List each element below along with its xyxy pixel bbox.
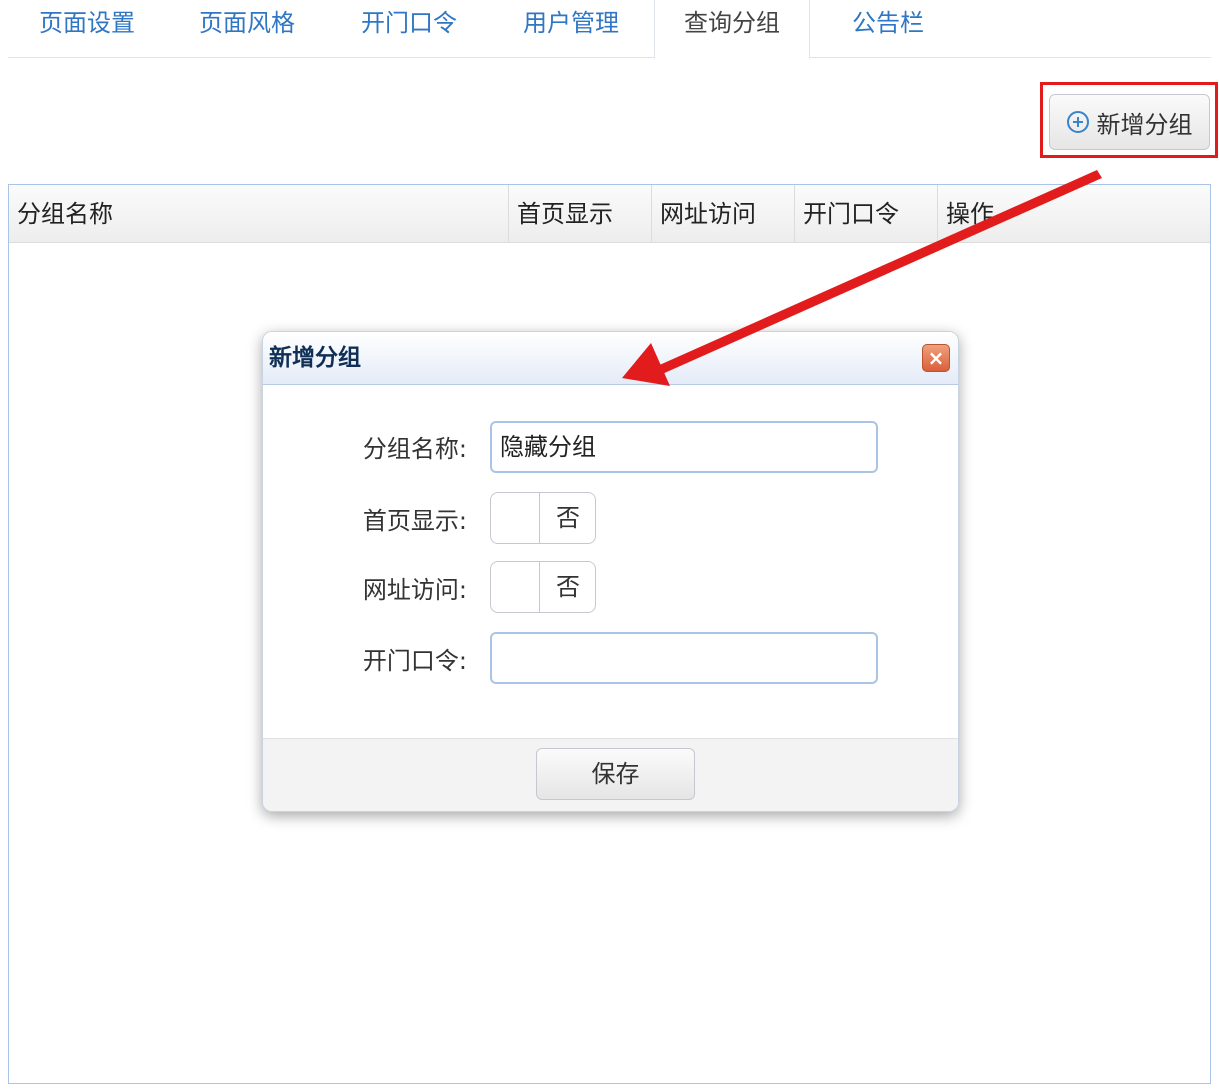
toggle-knob <box>491 562 540 612</box>
tab-bulletin-board[interactable]: 公告栏 <box>814 0 962 58</box>
url-access-value: 否 <box>556 573 580 601</box>
add-group-label: 新增分组 <box>1096 110 1193 139</box>
tab-bar: 页面设置 页面风格 开门口令 用户管理 查询分组 公告栏 <box>8 0 1211 59</box>
add-group-button[interactable]: 新增分组 <box>1049 94 1210 150</box>
column-actions[interactable]: 操作 <box>938 185 1211 243</box>
url-access-label: 网址访问: <box>362 576 467 604</box>
tab-page-style[interactable]: 页面风格 <box>168 0 326 58</box>
group-name-label: 分组名称: <box>362 435 467 463</box>
add-group-dialog: 新增分组 × 分组名称: 隐藏分组 首页显示: 否 网址访问: 否 开门口令: … <box>262 331 959 812</box>
door-password-input[interactable] <box>490 632 878 684</box>
column-group-name[interactable]: 分组名称 <box>9 185 509 243</box>
table-header: 分组名称 首页显示 网址访问 开门口令 操作 <box>9 185 1210 243</box>
door-password-label: 开门口令: <box>362 647 467 675</box>
save-button[interactable]: 保存 <box>536 748 695 800</box>
group-name-input[interactable]: 隐藏分组 <box>490 421 878 473</box>
dialog-header[interactable]: 新增分组 × <box>263 332 958 385</box>
tab-query-groups[interactable]: 查询分组 <box>654 0 810 59</box>
tab-page-settings[interactable]: 页面设置 <box>8 0 166 58</box>
toggle-knob <box>491 493 540 543</box>
dialog-title: 新增分组 <box>269 345 361 371</box>
column-url-access[interactable]: 网址访问 <box>652 185 795 243</box>
close-icon[interactable]: × <box>922 344 950 372</box>
column-door-password[interactable]: 开门口令 <box>795 185 938 243</box>
tab-user-management[interactable]: 用户管理 <box>492 0 650 58</box>
home-display-value: 否 <box>556 504 580 532</box>
column-home-display[interactable]: 首页显示 <box>509 185 652 243</box>
url-access-toggle[interactable]: 否 <box>490 561 596 613</box>
tab-door-password[interactable]: 开门口令 <box>330 0 488 58</box>
home-display-toggle[interactable]: 否 <box>490 492 596 544</box>
home-display-label: 首页显示: <box>362 507 467 535</box>
plus-circle-icon <box>1066 111 1089 133</box>
dialog-footer: 保存 <box>263 738 958 811</box>
